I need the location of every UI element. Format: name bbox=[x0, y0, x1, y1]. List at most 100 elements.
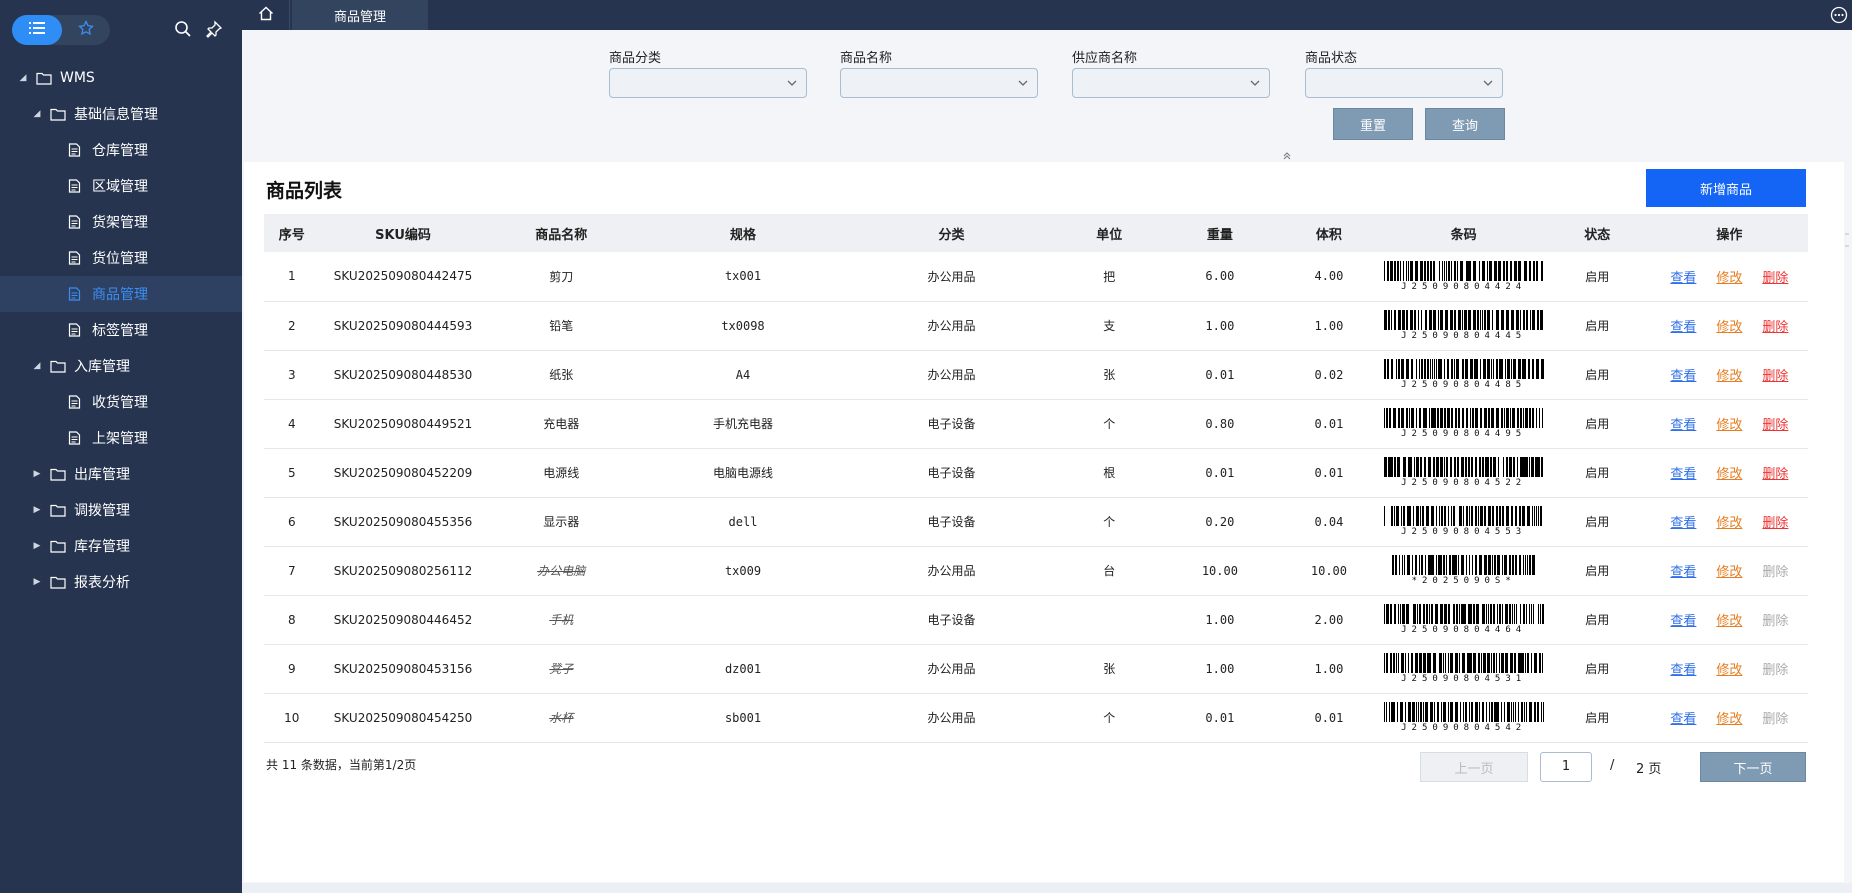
barcode-image: J25090804424 bbox=[1383, 260, 1544, 292]
row-no: 9 bbox=[264, 644, 320, 694]
product-name-select[interactable] bbox=[840, 68, 1038, 98]
caret-right-icon[interactable]: ▶ bbox=[30, 469, 44, 479]
row-barcode: J25090804424 bbox=[1383, 252, 1544, 302]
view-button[interactable]: 查看 bbox=[1670, 659, 1696, 678]
edit-button[interactable]: 修改 bbox=[1716, 512, 1742, 531]
view-button[interactable]: 查看 bbox=[1670, 463, 1696, 482]
sidebar-item[interactable]: ▶ 报表分析 bbox=[0, 564, 242, 600]
row-volume: 0.01 bbox=[1274, 399, 1384, 449]
sidebar-item[interactable]: ◢ WMS bbox=[0, 60, 242, 96]
sidebar-item[interactable]: ▶区域管理 bbox=[0, 168, 242, 204]
more-icon[interactable] bbox=[1830, 6, 1848, 24]
edit-button[interactable]: 修改 bbox=[1716, 463, 1742, 482]
row-spec: tx0098 bbox=[636, 301, 850, 351]
next-page-button[interactable]: 下一页 bbox=[1700, 752, 1806, 782]
reset-button[interactable]: 重置 bbox=[1333, 108, 1413, 140]
star-icon bbox=[78, 19, 94, 40]
sidebar-item[interactable]: ▶仓库管理 bbox=[0, 132, 242, 168]
tab-favorites[interactable] bbox=[62, 15, 110, 45]
edit-button[interactable]: 修改 bbox=[1716, 267, 1742, 286]
home-button[interactable] bbox=[242, 0, 290, 30]
row-no: 1 bbox=[264, 252, 320, 302]
barcode-text: J25090804445 bbox=[1401, 331, 1527, 341]
caret-down-icon[interactable]: ◢ bbox=[16, 73, 30, 83]
prev-page-button[interactable]: 上一页 bbox=[1420, 752, 1528, 782]
col-name: 商品名称 bbox=[486, 214, 637, 252]
caret-down-icon[interactable]: ◢ bbox=[30, 361, 44, 371]
delete-button[interactable]: 删除 bbox=[1762, 414, 1788, 433]
sidebar-item[interactable]: ▶标签管理 bbox=[0, 312, 242, 348]
row-weight: 0.20 bbox=[1165, 497, 1275, 547]
sidebar-item[interactable]: ▶货架管理 bbox=[0, 204, 242, 240]
sidebar-item[interactable]: ▶货位管理 bbox=[0, 240, 242, 276]
caret-right-icon[interactable]: ▶ bbox=[30, 577, 44, 587]
table-row: 8 SKU202509080446452 手机 电子设备 1.00 2.00 J250908… bbox=[264, 595, 1808, 645]
sidebar-item[interactable]: ▶ 调拨管理 bbox=[0, 492, 242, 528]
sidebar-item[interactable]: ◢ 入库管理 bbox=[0, 348, 242, 384]
view-button[interactable]: 查看 bbox=[1670, 708, 1696, 727]
add-product-button[interactable]: 新增商品 bbox=[1646, 169, 1806, 207]
delete-button[interactable]: 删除 bbox=[1762, 316, 1788, 335]
sidebar-item[interactable]: ◢ 基础信息管理 bbox=[0, 96, 242, 132]
sidebar-header bbox=[0, 0, 242, 58]
sidebar-item[interactable]: ▶收货管理 bbox=[0, 384, 242, 420]
view-button[interactable]: 查看 bbox=[1670, 365, 1696, 384]
pin-icon[interactable] bbox=[205, 20, 223, 38]
search-icon[interactable] bbox=[174, 20, 192, 38]
caret-right-icon[interactable]: ▶ bbox=[30, 505, 44, 515]
view-button[interactable]: 查看 bbox=[1670, 414, 1696, 433]
edit-button[interactable]: 修改 bbox=[1716, 365, 1742, 384]
delete-button[interactable]: 删除 bbox=[1762, 267, 1788, 286]
col-unit: 单位 bbox=[1053, 214, 1166, 252]
view-button[interactable]: 查看 bbox=[1670, 267, 1696, 286]
edit-button[interactable]: 修改 bbox=[1716, 316, 1742, 335]
sidebar-item[interactable]: ▶ 库存管理 bbox=[0, 528, 242, 564]
status-select[interactable] bbox=[1305, 68, 1503, 98]
caret-down-icon[interactable]: ◢ bbox=[30, 109, 44, 119]
row-volume: 0.02 bbox=[1274, 350, 1384, 400]
view-button[interactable]: 查看 bbox=[1670, 512, 1696, 531]
delete-button[interactable]: 删除 bbox=[1762, 365, 1788, 384]
table-row: 7 SKU202509080256112 办公电脑 tx009 办公用品台 10.00 10… bbox=[264, 546, 1808, 596]
delete-button: 删除 bbox=[1762, 663, 1789, 678]
row-category: 办公用品 bbox=[849, 546, 1054, 596]
sidebar-item-label: 区域管理 bbox=[92, 179, 148, 195]
row-actions: 查看 修改 删除 bbox=[1650, 644, 1808, 694]
col-sku: SKU编码 bbox=[319, 214, 487, 252]
edit-button[interactable]: 修改 bbox=[1716, 414, 1742, 433]
caret-right-icon[interactable]: ▶ bbox=[30, 541, 44, 551]
sidebar-item[interactable]: ▶上架管理 bbox=[0, 420, 242, 456]
sidebar-item[interactable]: ▶ 出库管理 bbox=[0, 456, 242, 492]
document-icon bbox=[68, 215, 84, 229]
edit-button[interactable]: 修改 bbox=[1716, 708, 1742, 727]
category-select[interactable] bbox=[609, 68, 807, 98]
view-button[interactable]: 查看 bbox=[1670, 316, 1696, 335]
view-button[interactable]: 查看 bbox=[1670, 561, 1696, 580]
sidebar-item[interactable]: ▶商品管理 bbox=[0, 276, 242, 312]
supplier-select[interactable] bbox=[1072, 68, 1270, 98]
document-icon bbox=[68, 431, 84, 445]
page-separator: / bbox=[1610, 758, 1615, 773]
scroll-handle[interactable] bbox=[1844, 230, 1850, 250]
page-number-input[interactable]: 1 bbox=[1540, 752, 1592, 782]
view-button[interactable]: 查看 bbox=[1670, 610, 1696, 629]
row-sku: SKU202509080452209 bbox=[319, 448, 487, 498]
edit-button[interactable]: 修改 bbox=[1716, 610, 1742, 629]
sidebar-item-label: 货位管理 bbox=[92, 251, 148, 267]
row-spec bbox=[636, 595, 850, 645]
search-button[interactable]: 查询 bbox=[1425, 108, 1505, 140]
delete-button[interactable]: 删除 bbox=[1762, 463, 1788, 482]
horizontal-scrollbar[interactable] bbox=[242, 883, 1852, 893]
row-actions: 查看 修改 删除 bbox=[1650, 448, 1808, 498]
filter-supplier: 供应商名称 bbox=[1072, 47, 1272, 98]
folder-icon bbox=[36, 71, 52, 85]
tab-product-management[interactable]: 商品管理 bbox=[292, 0, 428, 30]
table-row: 10 SKU202509080454250 水杯 sb001 办公用品个 0.01 0.01… bbox=[264, 693, 1808, 743]
table-row: 9 SKU202509080453156 凳子 dz001 办公用品张 1.00 1.00 J… bbox=[264, 644, 1808, 694]
tab-menu-list[interactable] bbox=[12, 15, 62, 45]
row-name: 电源线 bbox=[486, 448, 637, 498]
delete-button[interactable]: 删除 bbox=[1762, 512, 1788, 531]
row-spec: dell bbox=[636, 497, 850, 547]
edit-button[interactable]: 修改 bbox=[1716, 561, 1742, 580]
edit-button[interactable]: 修改 bbox=[1716, 659, 1742, 678]
